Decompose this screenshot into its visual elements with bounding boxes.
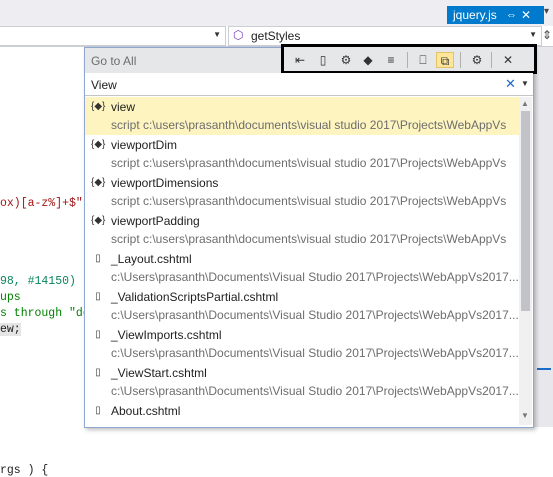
- results-scrollbar[interactable]: ▲ ▼: [519, 97, 532, 425]
- script-member-icon: {◆}: [91, 139, 106, 150]
- result-path: c:\Users\prasanth\Documents\Visual Studi…: [111, 308, 519, 322]
- close-icon[interactable]: ✕: [499, 52, 517, 68]
- toolbar-separator: [491, 52, 492, 68]
- caret-marker: [537, 368, 551, 370]
- script-member-icon: {◆}: [91, 101, 106, 112]
- result-name: viewportPadding: [111, 214, 200, 228]
- member-icon[interactable]: ◆: [359, 52, 377, 68]
- file-icon: ▯: [95, 253, 101, 264]
- result-name: _ValidationScriptsPartial.cshtml: [111, 290, 279, 304]
- result-path: script c:\users\prasanth\documents\visua…: [111, 232, 507, 246]
- goto-header: Go to All ⇤ ▯ ⚙ ◆ ≡ ⎕ ⧉ ⚙ ✕: [85, 44, 537, 74]
- result-path: script c:\users\prasanth\documents\visua…: [111, 156, 507, 170]
- result-name: About.cshtml: [111, 404, 181, 418]
- code-editor[interactable]: ox)[a-z%]+$" 98, #14150) ups s through "do e…: [0, 0, 90, 477]
- method-cube-icon: ⬡: [233, 28, 244, 42]
- result-name: view: [111, 100, 136, 114]
- result-row[interactable]: {◆} view script c:\users\prasanth\document…: [85, 97, 519, 135]
- search-input[interactable]: View: [91, 78, 117, 92]
- tab-jquery-js[interactable]: jquery.js ⇔ ✕: [447, 6, 544, 24]
- split-editor-icon[interactable]: ⇕: [542, 28, 552, 42]
- goto-all-panel: Go to All ⇤ ▯ ⚙ ◆ ≡ ⎕ ⧉ ⚙ ✕ View ✕ ▼ {◆} view scri…: [84, 44, 537, 428]
- tab-overflow-icon[interactable]: ▾: [544, 6, 549, 17]
- file-icon: ▯: [95, 291, 101, 302]
- code-line: ox)[a-z%]+$": [0, 197, 83, 210]
- code-line: ew;: [0, 323, 21, 336]
- scroll-down-icon[interactable]: ▼: [521, 411, 529, 420]
- chevron-down-icon: ▼: [529, 30, 537, 39]
- code-line: rgs ) {: [0, 464, 49, 477]
- tab-title: jquery.js: [453, 8, 497, 22]
- result-path: c:\Users\prasanth\Documents\Visual Studi…: [111, 270, 519, 284]
- pin-icon[interactable]: ⇔: [506, 6, 517, 24]
- settings-gear-icon[interactable]: ⚙: [468, 52, 486, 68]
- editor-scrollbar[interactable]: [533, 47, 553, 427]
- scroll-thumb[interactable]: [521, 111, 530, 311]
- result-path: script c:\users\prasanth\documents\visua…: [111, 118, 507, 132]
- result-row[interactable]: {◆} viewportDimensions script c:\users\pra…: [85, 173, 519, 211]
- line-icon[interactable]: ⇤: [291, 52, 309, 68]
- code-line: s through "do: [0, 307, 90, 320]
- toolbar-separator: [460, 52, 461, 68]
- member-combo-label: getStyles: [251, 29, 301, 43]
- file-icon: ▯: [95, 367, 101, 378]
- preview-tab-icon[interactable]: ⧉: [436, 52, 454, 68]
- document-tab-strip: jquery.js ⇔ ✕ ▾: [0, 0, 553, 26]
- file-icon[interactable]: ▯: [314, 52, 332, 68]
- script-member-icon: {◆}: [91, 177, 106, 188]
- goto-search-box: View ✕ ▼: [85, 73, 533, 96]
- result-row[interactable]: {◆} viewportPadding script c:\users\prasan…: [85, 211, 519, 249]
- type-icon[interactable]: ⚙: [337, 52, 355, 68]
- result-path: c:\Users\prasanth\Documents\Visual Studi…: [111, 346, 519, 360]
- clear-icon[interactable]: ✕: [505, 76, 516, 92]
- toolbar-separator: [407, 52, 408, 68]
- script-member-icon: {◆}: [91, 215, 106, 226]
- result-name: viewportDim: [111, 138, 178, 152]
- result-row[interactable]: ▯ _ValidationScriptsPartial.cshtml c:\User…: [85, 287, 519, 325]
- result-row[interactable]: {◆} viewportDim script c:\users\prasanth\d…: [85, 135, 519, 173]
- code-line: 98, #14150): [0, 275, 76, 288]
- member-combo[interactable]: ⬡ getStyles ▼: [228, 26, 542, 46]
- file-icon: ▯: [95, 329, 101, 340]
- type-combo[interactable]: ▼: [0, 26, 226, 46]
- current-document-icon[interactable]: ⎕: [414, 52, 432, 68]
- result-row[interactable]: ▯ About.cshtml: [85, 401, 519, 425]
- result-path: c:\Users\prasanth\Documents\Visual Studi…: [111, 384, 519, 398]
- file-icon: ▯: [95, 405, 101, 416]
- result-row[interactable]: ▯ _ViewImports.cshtml c:\Users\prasanth\Do…: [85, 325, 519, 363]
- chevron-down-icon[interactable]: ▼: [521, 79, 529, 88]
- code-line: ups: [0, 291, 21, 304]
- result-row[interactable]: ▯ _ViewStart.cshtml c:\Users\prasanth\Docu…: [85, 363, 519, 401]
- symbol-icon[interactable]: ≡: [382, 52, 400, 68]
- results-list: {◆} view script c:\users\prasanth\document…: [85, 97, 519, 425]
- result-name: _ViewStart.cshtml: [111, 366, 207, 380]
- result-path: script c:\users\prasanth\documents\visua…: [111, 194, 507, 208]
- result-name: _Layout.cshtml: [111, 252, 192, 266]
- chevron-down-icon: ▼: [213, 30, 221, 39]
- scroll-up-icon[interactable]: ▲: [521, 99, 529, 108]
- result-name: _ViewImports.cshtml: [111, 328, 222, 342]
- result-name: viewportDimensions: [111, 176, 219, 190]
- goto-filter-toolbar: ⇤ ▯ ⚙ ◆ ≡ ⎕ ⧉ ⚙ ✕: [281, 44, 537, 74]
- goto-title: Go to All: [91, 54, 137, 68]
- result-row[interactable]: ▯ _Layout.cshtml c:\Users\prasanth\Documen…: [85, 249, 519, 287]
- tab-close-icon[interactable]: ✕: [521, 6, 531, 24]
